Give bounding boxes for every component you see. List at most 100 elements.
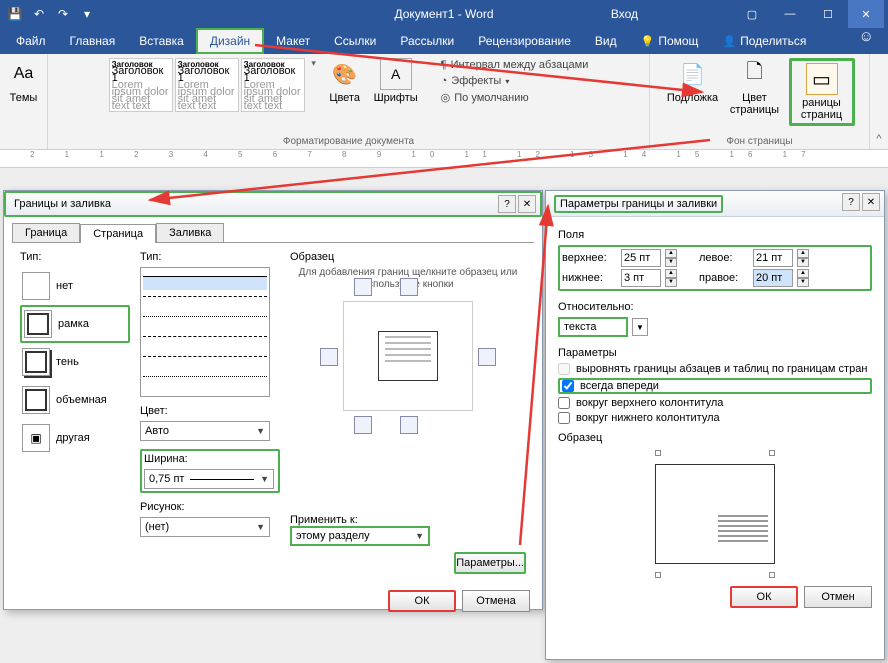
margin-right-label: правое: <box>699 272 749 284</box>
ribbon-collapse-icon[interactable]: ^ <box>870 54 888 149</box>
colors-button[interactable]: 🎨 Цвета <box>323 58 367 104</box>
signin-link[interactable]: Вход <box>611 7 638 21</box>
check-around-footer[interactable]: вокруг нижнего колонтитула <box>558 412 872 424</box>
qat-dropdown-icon[interactable]: ▾ <box>76 3 98 25</box>
tab-home[interactable]: Главная <box>58 28 128 54</box>
ribbon-group-doc-formatting: ЗаголовокЗаголовок 1Lorem ipsum dolor si… <box>48 54 650 149</box>
check-align-paragraph[interactable]: выровнять границы абзацев и таблиц по гр… <box>558 363 872 375</box>
edge-button-left[interactable] <box>320 348 338 366</box>
margin-top-input[interactable] <box>621 249 661 267</box>
edge-button-right[interactable] <box>478 348 496 366</box>
dialog2-close-icon[interactable]: ✕ <box>862 193 880 211</box>
width-dropdown[interactable]: 0,75 пт▼ <box>144 469 274 489</box>
tab-tell-me[interactable]: Помощ <box>629 28 711 54</box>
maximize-icon[interactable]: ☐ <box>810 0 846 28</box>
quick-access-toolbar: 💾 ↶ ↷ ▾ <box>4 3 98 25</box>
undo-icon[interactable]: ↶ <box>28 3 50 25</box>
apply-to-dropdown[interactable]: этому разделу▼ <box>290 526 430 546</box>
style-set-more-icon[interactable]: ▾ <box>307 58 321 69</box>
relative-to-dropdown[interactable]: текста <box>558 317 628 337</box>
redo-icon[interactable]: ↷ <box>52 3 74 25</box>
art-dropdown[interactable]: (нет)▼ <box>140 517 270 537</box>
tab-mailings[interactable]: Рассылки <box>388 28 466 54</box>
page-color-button[interactable]: 🗋 Цвет страницы <box>727 58 783 116</box>
margin-top-label: верхнее: <box>562 252 617 264</box>
type-label: Тип: <box>20 251 130 263</box>
width-label: Ширина: <box>144 453 276 465</box>
dialog1-tabs: Граница Страница Заливка <box>4 217 542 242</box>
tab-view[interactable]: Вид <box>583 28 629 54</box>
fonts-button[interactable]: A Шрифты <box>369 58 423 104</box>
dialog1-close-icon[interactable]: ✕ <box>518 195 536 213</box>
dialog2-cancel-button[interactable]: Отмен <box>804 586 872 608</box>
style-set-2[interactable]: ЗаголовокЗаголовок 1Lorem ipsum dolor si… <box>175 58 239 112</box>
margins-group: верхнее: ▲▼ левое: ▲▼ нижнее: ▲▼ правое:… <box>558 245 872 291</box>
style-set-3[interactable]: ЗаголовокЗаголовок 1Lorem ipsum dolor si… <box>241 58 305 112</box>
themes-button[interactable]: Aa Темы <box>0 58 52 104</box>
tab-design[interactable]: Дизайн <box>196 28 264 54</box>
window-controls: ▢ — ☐ ✕ <box>734 0 884 28</box>
ribbon-options-icon[interactable]: ▢ <box>734 0 770 28</box>
dialog1-tab-border[interactable]: Граница <box>12 223 80 242</box>
watermark-button[interactable]: 📄 Подложка <box>665 58 721 104</box>
feedback-smiley-icon[interactable]: ☺ <box>849 28 884 54</box>
art-label: Рисунок: <box>140 501 280 513</box>
dialog1-tab-page[interactable]: Страница <box>80 224 156 243</box>
tab-review[interactable]: Рецензирование <box>466 28 583 54</box>
type-custom[interactable]: ▣другая <box>20 419 130 457</box>
margin-left-input[interactable] <box>753 249 793 267</box>
params-section-label: Параметры <box>558 347 872 359</box>
tab-references[interactable]: Ссылки <box>322 28 388 54</box>
ribbon-group-label-formatting: Форматирование документа <box>56 134 641 149</box>
dialog1-tab-fill[interactable]: Заливка <box>156 223 224 242</box>
check-around-header[interactable]: вокруг верхнего колонтитула <box>558 397 872 409</box>
ribbon-group-themes: Aa Темы <box>0 54 48 149</box>
ribbon: Aa Темы ЗаголовокЗаголовок 1Lorem ipsum … <box>0 54 888 150</box>
effects-button[interactable]: ◔Эффекты▾ <box>425 74 589 88</box>
page-borders-button[interactable]: ▭ раницы страниц <box>794 63 850 121</box>
edge-button-bottom-left[interactable] <box>354 416 372 434</box>
check-always-in-front[interactable]: всегда впереди <box>558 378 872 394</box>
type-none[interactable]: нет <box>20 267 130 305</box>
border-preview <box>343 301 473 411</box>
tab-insert[interactable]: Вставка <box>127 28 196 54</box>
margins-label: Поля <box>558 229 872 241</box>
relative-to-dropdown-arrow[interactable]: ▼ <box>632 318 648 336</box>
themes-icon: Aa <box>8 58 40 90</box>
edge-button-top-left[interactable] <box>354 278 372 296</box>
dialog1-help-icon[interactable]: ? <box>498 195 516 213</box>
margin-top-spinner[interactable]: ▲▼ <box>665 249 677 267</box>
save-icon[interactable]: 💾 <box>4 3 26 25</box>
dialog1-ok-button[interactable]: ОК <box>388 590 456 612</box>
page-borders-icon: ▭ <box>806 63 838 95</box>
set-default-button[interactable]: ◎По умолчанию <box>425 90 589 105</box>
margin-bottom-spinner[interactable]: ▲▼ <box>665 269 677 287</box>
margin-right-input[interactable] <box>753 269 793 287</box>
margin-left-label: левое: <box>699 252 749 264</box>
preview-label: Образец <box>290 251 334 263</box>
margin-bottom-input[interactable] <box>621 269 661 287</box>
edge-button-bottom[interactable] <box>400 416 418 434</box>
margin-right-spinner[interactable]: ▲▼ <box>797 269 809 287</box>
style-set-1[interactable]: ЗаголовокЗаголовок 1Lorem ipsum dolor si… <box>109 58 173 112</box>
edge-button-top[interactable] <box>400 278 418 296</box>
watermark-icon: 📄 <box>677 58 709 90</box>
margin-left-spinner[interactable]: ▲▼ <box>797 249 809 267</box>
tab-file[interactable]: Файл <box>4 28 58 54</box>
options-button[interactable]: Параметры... <box>454 552 526 574</box>
dialog1-cancel-button[interactable]: Отмена <box>462 590 530 612</box>
color-dropdown[interactable]: Авто▼ <box>140 421 270 441</box>
colors-icon: 🎨 <box>329 58 361 90</box>
type-box[interactable]: рамка <box>20 305 130 343</box>
tab-layout[interactable]: Макет <box>264 28 322 54</box>
line-style-list[interactable] <box>140 267 270 397</box>
tab-share[interactable]: Поделиться <box>710 28 818 54</box>
dialog2-ok-button[interactable]: ОК <box>730 586 798 608</box>
ruler: 2 1 1 2 3 4 5 6 7 8 9 10 11 12 13 14 15 … <box>0 150 888 168</box>
minimize-icon[interactable]: — <box>772 0 808 28</box>
close-icon[interactable]: ✕ <box>848 0 884 28</box>
dialog2-help-icon[interactable]: ? <box>842 193 860 211</box>
type-3d[interactable]: объемная <box>20 381 130 419</box>
paragraph-spacing-button[interactable]: ¶Интервал между абзацами <box>425 58 589 72</box>
type-shadow[interactable]: тень <box>20 343 130 381</box>
